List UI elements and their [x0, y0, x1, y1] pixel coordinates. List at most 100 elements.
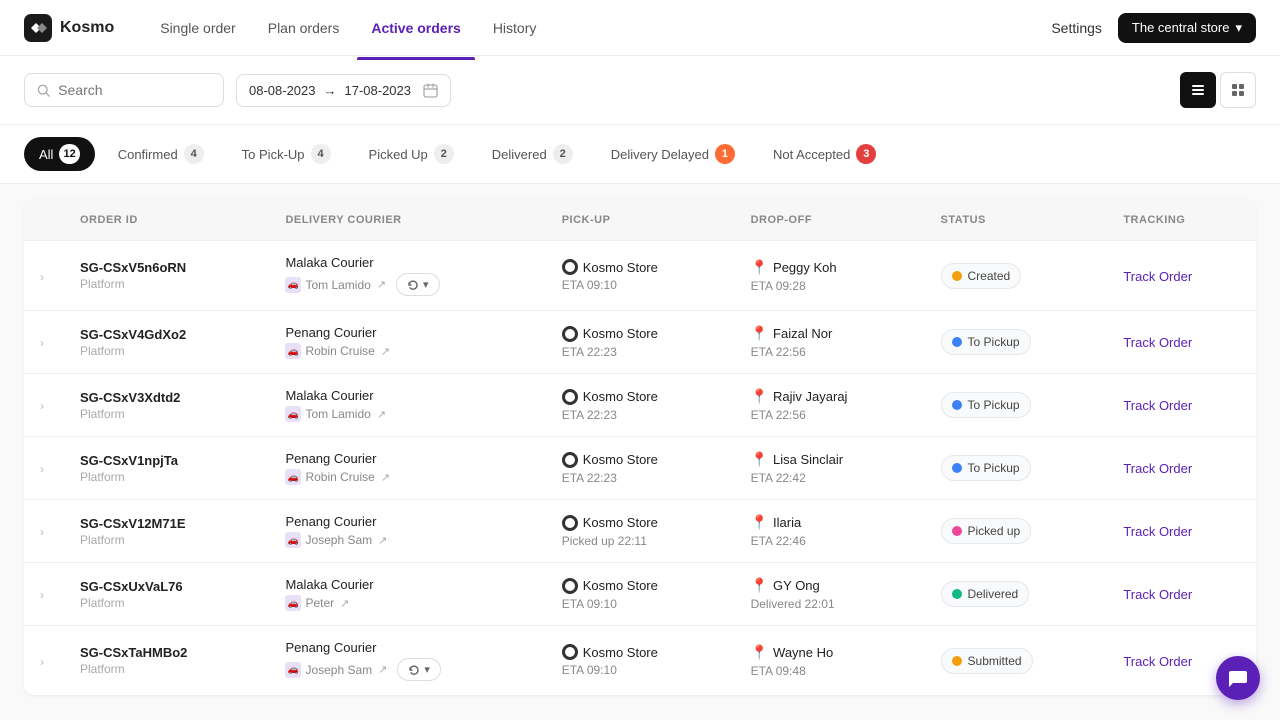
- order-id-cell: SG-CSxV3Xdtd2 Platform: [64, 374, 269, 437]
- courier-external-link[interactable]: ↗: [381, 345, 390, 358]
- courier-sub: 🚗 Robin Cruise ↗: [285, 469, 529, 485]
- order-type: Platform: [80, 344, 253, 358]
- order-type: Platform: [80, 662, 253, 676]
- courier-cell: Malaka Courier 🚗 Tom Lamido ↗: [269, 374, 545, 437]
- nav-active-orders[interactable]: Active orders: [357, 14, 474, 42]
- status-badge: To Pickup: [941, 455, 1031, 481]
- row-expand-cell[interactable]: ›: [24, 563, 64, 626]
- filter-not-accepted[interactable]: Not Accepted 3: [758, 137, 891, 171]
- filter-confirmed-label: Confirmed: [118, 147, 178, 162]
- courier-external-link[interactable]: ↗: [378, 534, 387, 547]
- courier-name: Malaka Courier: [285, 255, 529, 270]
- dropoff-location: 📍 GY Ong: [751, 577, 909, 594]
- filter-confirmed[interactable]: Confirmed 4: [103, 137, 219, 171]
- date-to: 17-08-2023: [345, 83, 412, 98]
- nav-plan-orders[interactable]: Plan orders: [254, 14, 354, 42]
- filter-delivered[interactable]: Delivered 2: [477, 137, 588, 171]
- courier-person: Robin Cruise: [305, 470, 374, 484]
- courier-cell: Penang Courier 🚗 Joseph Sam ↗: [269, 500, 545, 563]
- pickup-cell: Kosmo Store ETA 09:10: [546, 241, 735, 311]
- status-dot-icon: [952, 463, 962, 473]
- status-label: To Pickup: [968, 335, 1020, 349]
- pickup-cell: Kosmo Store ETA 09:10: [546, 563, 735, 626]
- search-box[interactable]: [24, 73, 224, 107]
- status-cell: Picked up: [925, 500, 1108, 563]
- courier-sub: 🚗 Robin Cruise ↗: [285, 343, 529, 359]
- track-order-link[interactable]: Track Order: [1123, 524, 1192, 539]
- row-expand-cell[interactable]: ›: [24, 437, 64, 500]
- dropoff-cell: 📍 GY Ong Delivered 22:01: [735, 563, 925, 626]
- reassign-button[interactable]: ▾: [396, 273, 440, 296]
- store-selector[interactable]: The central store ▾: [1118, 13, 1256, 43]
- chat-icon: [1227, 667, 1249, 689]
- tracking-cell: Track Order: [1107, 374, 1256, 437]
- row-expand-cell[interactable]: ›: [24, 241, 64, 311]
- track-order-link[interactable]: Track Order: [1123, 335, 1192, 350]
- pickup-location: Kosmo Store: [562, 515, 719, 531]
- date-range[interactable]: 08-08-2023 → 17-08-2023: [236, 74, 451, 107]
- row-expand-cell[interactable]: ›: [24, 374, 64, 437]
- toolbar: 08-08-2023 → 17-08-2023: [0, 56, 1280, 125]
- col-pickup: PICK-UP: [546, 200, 735, 241]
- row-expand-cell[interactable]: ›: [24, 311, 64, 374]
- status-label: To Pickup: [968, 461, 1020, 475]
- pickup-cell: Kosmo Store ETA 09:10: [546, 626, 735, 696]
- table-row: › SG-CSxTaHMBo2 Platform Penang Courier …: [24, 626, 1256, 696]
- track-order-link[interactable]: Track Order: [1123, 654, 1192, 669]
- list-icon: [1190, 82, 1206, 98]
- courier-external-link[interactable]: ↗: [377, 278, 386, 291]
- nav-links: Single order Plan orders Active orders H…: [146, 14, 1051, 42]
- nav-history[interactable]: History: [479, 14, 551, 42]
- pickup-cell: Kosmo Store ETA 22:23: [546, 311, 735, 374]
- courier-external-link[interactable]: ↗: [381, 471, 390, 484]
- chat-support-button[interactable]: [1216, 656, 1260, 700]
- brand-logo[interactable]: Kosmo: [24, 14, 114, 42]
- settings-button[interactable]: Settings: [1051, 20, 1102, 36]
- filter-to-pickup[interactable]: To Pick-Up 4: [227, 137, 346, 171]
- status-label: Created: [968, 269, 1011, 283]
- expand-icon[interactable]: ›: [40, 525, 44, 539]
- search-input[interactable]: [58, 82, 211, 98]
- expand-icon[interactable]: ›: [40, 270, 44, 284]
- status-dot-icon: [952, 526, 962, 536]
- brand-name: Kosmo: [60, 19, 114, 37]
- expand-icon[interactable]: ›: [40, 336, 44, 350]
- col-courier: DELIVERY COURIER: [269, 200, 545, 241]
- dropoff-eta: ETA 09:48: [751, 664, 909, 678]
- filter-to-pickup-label: To Pick-Up: [242, 147, 305, 162]
- nav-single-order[interactable]: Single order: [146, 14, 250, 42]
- row-expand-cell[interactable]: ›: [24, 626, 64, 696]
- filter-delayed-label: Delivery Delayed: [611, 147, 709, 162]
- status-cell: To Pickup: [925, 311, 1108, 374]
- reassign-button[interactable]: ▾: [397, 658, 441, 681]
- refresh-icon: [407, 279, 419, 291]
- search-icon: [37, 83, 50, 98]
- status-dot-icon: [952, 271, 962, 281]
- courier-external-link[interactable]: ↗: [377, 408, 386, 421]
- track-order-link[interactable]: Track Order: [1123, 269, 1192, 284]
- track-order-link[interactable]: Track Order: [1123, 587, 1192, 602]
- order-type: Platform: [80, 596, 253, 610]
- list-view-button[interactable]: [1180, 72, 1216, 108]
- expand-icon[interactable]: ›: [40, 399, 44, 413]
- row-expand-cell[interactable]: ›: [24, 500, 64, 563]
- filter-delayed[interactable]: Delivery Delayed 1: [596, 137, 750, 171]
- courier-external-link[interactable]: ↗: [378, 663, 387, 676]
- pickup-location: Kosmo Store: [562, 259, 719, 275]
- grid-view-button[interactable]: [1220, 72, 1256, 108]
- track-order-link[interactable]: Track Order: [1123, 398, 1192, 413]
- expand-icon[interactable]: ›: [40, 588, 44, 602]
- expand-icon[interactable]: ›: [40, 655, 44, 669]
- dropoff-cell: 📍 Peggy Koh ETA 09:28: [735, 241, 925, 311]
- courier-external-link[interactable]: ↗: [340, 597, 349, 610]
- courier-person: Joseph Sam: [305, 663, 372, 677]
- dropoff-eta: ETA 22:56: [751, 345, 909, 359]
- expand-icon[interactable]: ›: [40, 462, 44, 476]
- filter-all[interactable]: All 12: [24, 137, 95, 171]
- tracking-cell: Track Order: [1107, 437, 1256, 500]
- navbar: Kosmo Single order Plan orders Active or…: [0, 0, 1280, 56]
- pickup-circle-icon: [562, 259, 578, 275]
- courier-name: Penang Courier: [285, 325, 529, 340]
- filter-picked-up[interactable]: Picked Up 2: [354, 137, 469, 171]
- track-order-link[interactable]: Track Order: [1123, 461, 1192, 476]
